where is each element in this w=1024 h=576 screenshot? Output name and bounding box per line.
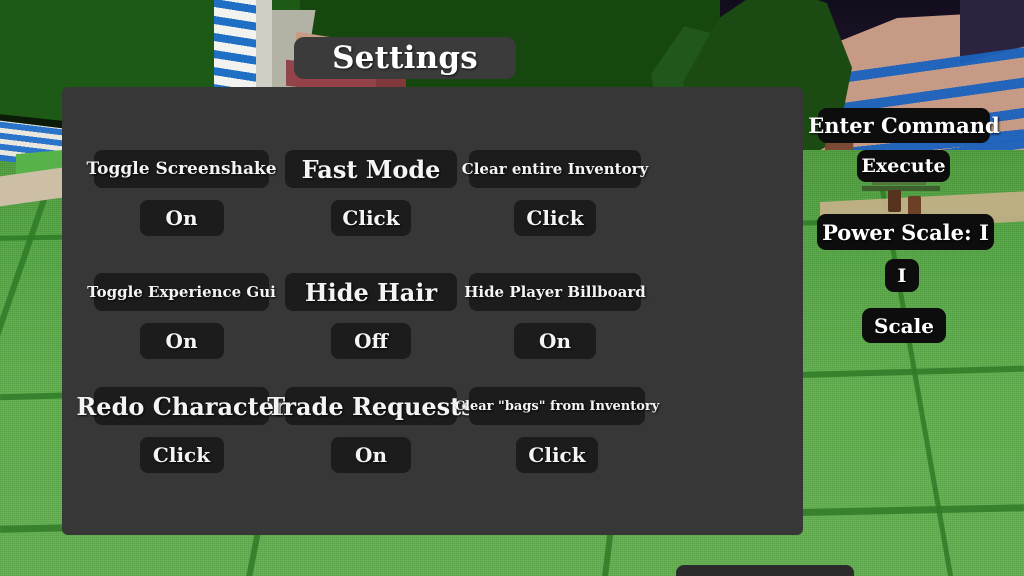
power-scale-display[interactable]: Power Scale: I bbox=[817, 214, 994, 250]
setting-hide-hair-value[interactable]: Off bbox=[331, 323, 411, 359]
setting-redo-character-label[interactable]: Redo Character bbox=[76, 387, 287, 425]
scale-button[interactable]: Scale bbox=[862, 308, 946, 343]
execute-button[interactable]: Execute bbox=[857, 150, 950, 182]
setting-fast-mode-value[interactable]: Click bbox=[331, 200, 411, 236]
page-title: Settings bbox=[332, 40, 478, 76]
enter-command-button[interactable]: Enter Command bbox=[808, 108, 1000, 143]
enter-code-button[interactable]: Enter Code bbox=[676, 565, 854, 576]
setting-clear-bags-from-inventory-value[interactable]: Click bbox=[516, 437, 598, 473]
settings-panel: Toggle Screenshake On Fast Mode Click Clear … bbox=[62, 87, 854, 576]
setting-redo-character-value[interactable]: Click bbox=[139, 437, 224, 473]
scale-value-input[interactable]: I bbox=[885, 259, 919, 292]
player-character-prop bbox=[862, 186, 940, 191]
scale-label: Scale bbox=[874, 313, 934, 338]
player-character bbox=[888, 190, 901, 212]
scale-value-label: I bbox=[897, 264, 907, 287]
setting-clear-bags-from-inventory: Clear "bags" from Inventory Click bbox=[455, 387, 659, 473]
setting-toggle-screenshake-label[interactable]: Toggle Screenshake bbox=[86, 150, 277, 188]
enter-command-label: Enter Command bbox=[808, 113, 1000, 138]
setting-hide-player-billboard: Hide Player Billboard On bbox=[464, 273, 646, 359]
setting-trade-requests: Trade Requests On bbox=[267, 387, 475, 473]
setting-clear-entire-inventory-value[interactable]: Click bbox=[514, 200, 596, 236]
enter-code-label: Enter Code bbox=[681, 572, 838, 576]
setting-hide-player-billboard-value[interactable]: On bbox=[514, 323, 596, 359]
settings-title-bar: Settings bbox=[294, 37, 516, 79]
setting-toggle-screenshake-value[interactable]: On bbox=[139, 200, 224, 236]
setting-hide-hair-label[interactable]: Hide Hair bbox=[285, 273, 457, 311]
setting-fast-mode-label[interactable]: Fast Mode bbox=[285, 150, 457, 188]
setting-clear-entire-inventory: Clear entire Inventory Click bbox=[462, 150, 648, 236]
setting-redo-character: Redo Character Click bbox=[76, 387, 287, 473]
setting-trade-requests-value[interactable]: On bbox=[331, 437, 411, 473]
setting-toggle-experience-gui-value[interactable]: On bbox=[139, 323, 224, 359]
setting-clear-bags-from-inventory-label[interactable]: Clear "bags" from Inventory bbox=[455, 387, 659, 425]
setting-hide-player-billboard-label[interactable]: Hide Player Billboard bbox=[464, 273, 646, 311]
execute-label: Execute bbox=[861, 155, 946, 177]
setting-clear-entire-inventory-label[interactable]: Clear entire Inventory bbox=[462, 150, 648, 188]
settings-options-grid: Toggle Screenshake On Fast Mode Click Clear … bbox=[62, 87, 803, 535]
setting-fast-mode: Fast Mode Click bbox=[285, 150, 457, 236]
power-scale-label: Power Scale: I bbox=[822, 219, 989, 245]
setting-toggle-experience-gui: Toggle Experience Gui On bbox=[87, 273, 276, 359]
setting-hide-hair: Hide Hair Off bbox=[285, 273, 457, 359]
setting-toggle-experience-gui-label[interactable]: Toggle Experience Gui bbox=[87, 273, 276, 311]
setting-toggle-screenshake: Toggle Screenshake On bbox=[86, 150, 277, 236]
setting-trade-requests-label[interactable]: Trade Requests bbox=[267, 387, 475, 425]
